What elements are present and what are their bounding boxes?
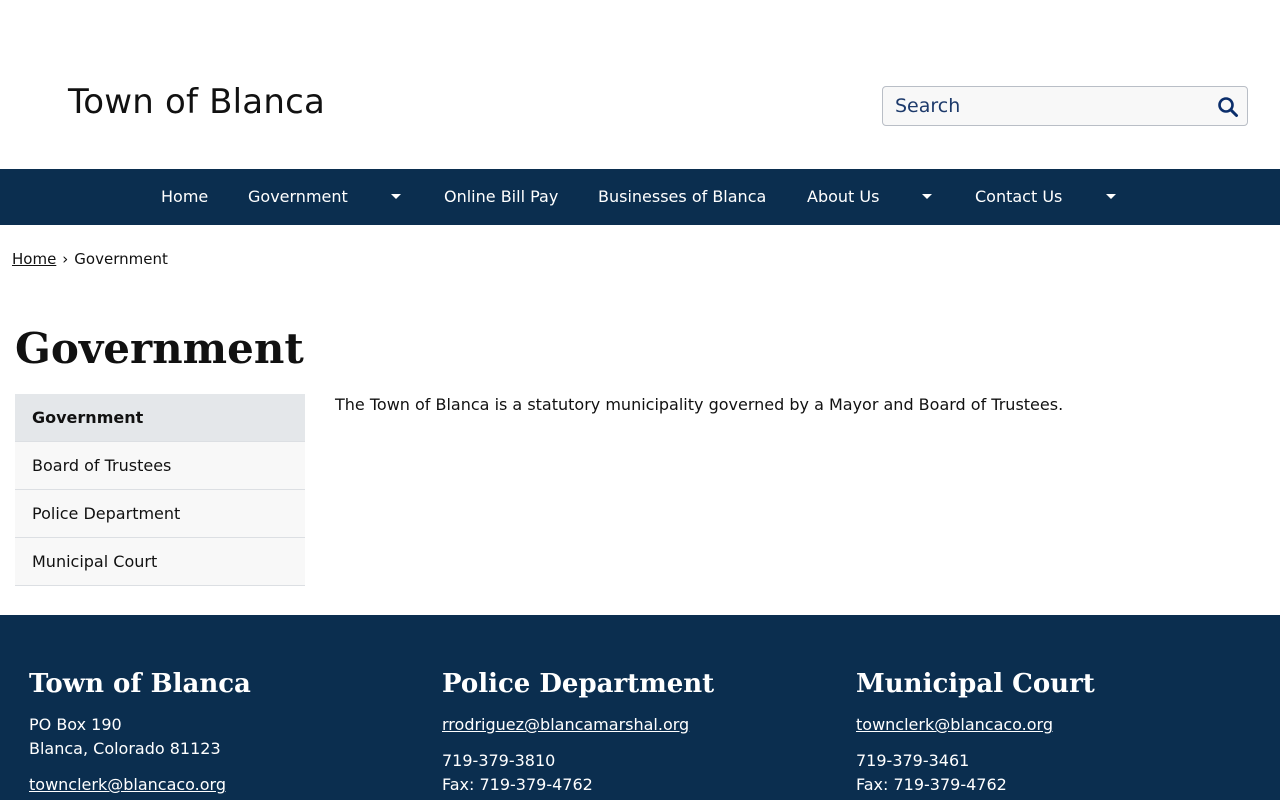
search-input[interactable]: [883, 87, 1203, 125]
breadcrumb-current: Government: [74, 250, 168, 268]
site-title[interactable]: Town of Blanca: [68, 82, 325, 122]
footer-police-fax: Fax: 719-379-4762: [442, 775, 593, 794]
footer-town-title: Town of Blanca: [29, 669, 251, 699]
footer-police-column: Police Department rrodriguez@blancamarsh…: [442, 667, 714, 797]
nav-item-online-bill-pay[interactable]: Online Bill Pay: [444, 169, 558, 225]
footer-court-title: Municipal Court: [856, 669, 1095, 699]
about-us-dropdown-caret-icon[interactable]: [922, 194, 932, 199]
search-box[interactable]: [882, 86, 1248, 126]
footer-court-email-link[interactable]: townclerk@blancaco.org: [856, 715, 1053, 734]
breadcrumb-home-link[interactable]: Home: [12, 250, 56, 268]
government-dropdown-caret-icon[interactable]: [391, 194, 401, 199]
contact-us-dropdown-caret-icon[interactable]: [1106, 194, 1116, 199]
footer-town-email-link[interactable]: townclerk@blancaco.org: [29, 775, 226, 794]
sidenav-item-municipal-court[interactable]: Municipal Court: [15, 538, 305, 586]
nav-item-contact-us[interactable]: Contact Us: [975, 169, 1062, 225]
sidenav-item-board-of-trustees[interactable]: Board of Trustees: [15, 442, 305, 490]
section-sidenav: Government Board of Trustees Police Depa…: [15, 394, 305, 586]
sidenav-item-government[interactable]: Government: [15, 394, 305, 442]
search-icon[interactable]: [1217, 96, 1239, 118]
footer-town-address-line2: Blanca, Colorado 81123: [29, 739, 221, 758]
footer-town-address-line1: PO Box 190: [29, 715, 122, 734]
footer-police-title: Police Department: [442, 669, 715, 699]
site-header: Town of Blanca: [0, 0, 1280, 169]
nav-item-about-us[interactable]: About Us: [807, 169, 879, 225]
page-body-text: The Town of Blanca is a statutory munici…: [335, 395, 1064, 414]
footer-court-phone: 719-379-3461: [856, 751, 970, 770]
nav-item-government[interactable]: Government: [248, 169, 348, 225]
sidenav-item-police-department[interactable]: Police Department: [15, 490, 305, 538]
footer-court-column: Municipal Court townclerk@blancaco.org 7…: [856, 667, 1095, 797]
nav-item-businesses[interactable]: Businesses of Blanca: [598, 169, 766, 225]
page-title: Government: [15, 324, 304, 373]
footer-court-fax: Fax: 719-379-4762: [856, 775, 1007, 794]
breadcrumb: Home › Government: [12, 250, 168, 268]
footer-police-phone: 719-379-3810: [442, 751, 556, 770]
footer-police-email-link[interactable]: rrodriguez@blancamarshal.org: [442, 715, 689, 734]
site-footer: Town of Blanca PO Box 190 Blanca, Colora…: [0, 615, 1280, 800]
breadcrumb-separator: ›: [62, 250, 69, 268]
footer-town-column: Town of Blanca PO Box 190 Blanca, Colora…: [29, 667, 251, 797]
nav-item-home[interactable]: Home: [161, 169, 208, 225]
main-nav: Home Government Online Bill Pay Business…: [0, 169, 1280, 225]
